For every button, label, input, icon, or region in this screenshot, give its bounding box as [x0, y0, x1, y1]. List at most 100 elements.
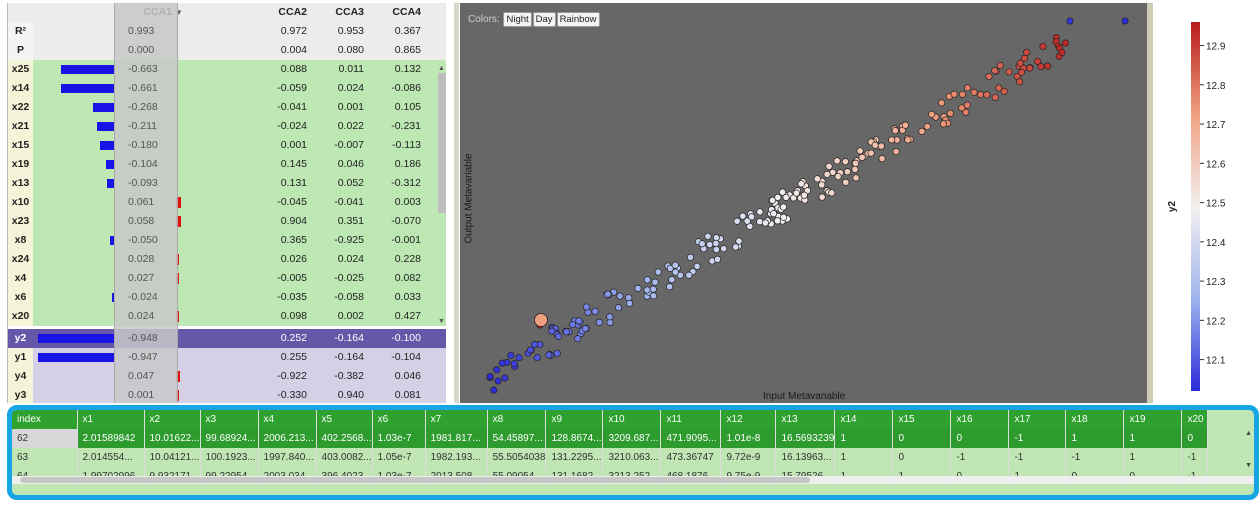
scatter-point[interactable] — [792, 189, 800, 197]
scatter-plot[interactable]: Colors: Night Day Rainbow Input Metavariab… — [460, 3, 1147, 403]
scatter-point[interactable] — [510, 360, 518, 368]
scatter-point[interactable] — [770, 210, 778, 218]
scatter-point[interactable] — [490, 386, 498, 394]
scatter-point[interactable] — [797, 180, 805, 188]
data-column-header-x16[interactable]: x16 — [950, 410, 1010, 429]
data-column-header-x3[interactable]: x3 — [200, 410, 259, 429]
scatter-point[interactable] — [818, 181, 826, 189]
scatter-point[interactable] — [938, 99, 946, 107]
scatter-point[interactable] — [976, 91, 985, 99]
table-hscrollbar-thumb[interactable] — [20, 477, 810, 483]
scatter-point[interactable] — [985, 72, 993, 81]
scatter-point[interactable] — [693, 262, 701, 270]
scatter-point[interactable] — [581, 325, 589, 333]
scatter-point[interactable] — [654, 268, 662, 276]
scatter-point[interactable] — [732, 243, 740, 251]
table-vscroll-up-icon[interactable]: ▲ — [1245, 430, 1252, 437]
scatter-point[interactable] — [625, 299, 634, 307]
scatter-point[interactable] — [851, 165, 859, 173]
scatter-point[interactable] — [614, 304, 623, 312]
scatter-point[interactable] — [1033, 57, 1042, 65]
selected-point[interactable] — [534, 313, 548, 327]
scatter-point[interactable] — [834, 172, 842, 181]
scatter-point[interactable] — [858, 153, 866, 161]
loading-row[interactable]: y2 0.252 -0.164 -0.100 — [8, 329, 446, 348]
scatter-point[interactable] — [616, 292, 624, 300]
scatter-point[interactable] — [569, 320, 577, 329]
scatter-point[interactable] — [562, 328, 570, 336]
scatter-point[interactable] — [671, 268, 679, 276]
loading-row[interactable]: x13 0.131 0.052 -0.312 — [8, 174, 446, 193]
scatter-point[interactable] — [768, 196, 777, 204]
data-column-header-x13[interactable]: x13 — [775, 410, 836, 429]
scatter-point[interactable] — [634, 284, 642, 292]
scatter-point[interactable] — [888, 136, 896, 144]
scatter-point[interactable] — [712, 245, 720, 254]
scatter-point[interactable] — [668, 276, 676, 284]
scatter-point[interactable] — [498, 359, 506, 367]
scatter-point[interactable] — [649, 285, 657, 293]
scatter-point[interactable] — [704, 232, 712, 240]
scatter-point[interactable] — [533, 354, 541, 362]
data-column-header-x10[interactable]: x10 — [602, 410, 662, 429]
scatter-point[interactable] — [901, 121, 909, 129]
loading-row[interactable]: x23 0.904 0.351 -0.070 — [8, 212, 446, 231]
scatter-point[interactable] — [1039, 42, 1047, 51]
scatter-point[interactable] — [958, 104, 966, 112]
loadings-scrollbar-thumb[interactable] — [438, 73, 446, 213]
scatter-point[interactable] — [852, 174, 860, 182]
scatter-point[interactable] — [782, 193, 790, 201]
scatter-point[interactable] — [841, 158, 849, 166]
scatter-point[interactable] — [825, 162, 833, 170]
loading-row[interactable]: x22 -0.041 0.001 0.105 — [8, 98, 446, 117]
loadings-scrollbar[interactable]: ▲ ▼ — [436, 65, 448, 330]
scatter-point[interactable] — [486, 372, 494, 381]
scatter-point[interactable] — [526, 346, 535, 354]
scatter-point[interactable] — [995, 84, 1003, 92]
scatter-point[interactable] — [501, 374, 509, 382]
scatter-point[interactable] — [1023, 48, 1031, 56]
scatter-point[interactable] — [923, 122, 931, 131]
scatter-point[interactable] — [818, 193, 826, 201]
loading-row[interactable]: x25 0.088 0.011 0.132 — [8, 60, 446, 79]
scatter-point[interactable] — [650, 292, 658, 300]
data-column-header-x14[interactable]: x14 — [834, 410, 894, 429]
scatter-point[interactable] — [735, 237, 743, 245]
scatter-point[interactable] — [800, 191, 808, 199]
scatter-point[interactable] — [582, 303, 591, 311]
data-column-header-x2[interactable]: x2 — [144, 410, 201, 429]
data-column-header-x4[interactable]: x4 — [258, 410, 317, 429]
scatter-point[interactable] — [892, 148, 900, 156]
scatter-point[interactable] — [1016, 78, 1024, 86]
scatter-point[interactable] — [878, 155, 886, 163]
scatter-point[interactable] — [698, 240, 706, 248]
scatter-point[interactable] — [493, 366, 501, 374]
data-table-row[interactable]: 62 2.01589842 10.01622... 99.68924... 2006.2… — [12, 429, 1209, 448]
data-column-header-x1[interactable]: x1 — [77, 410, 145, 429]
loading-row[interactable]: x14 -0.059 0.024 -0.086 — [8, 79, 446, 98]
scatter-point[interactable] — [1066, 17, 1074, 25]
scatter-point[interactable] — [666, 283, 674, 291]
scatter-point[interactable] — [991, 93, 999, 101]
data-column-header-index[interactable]: index — [12, 410, 78, 429]
scatter-point[interactable] — [946, 109, 954, 117]
scatter-point[interactable] — [852, 159, 860, 167]
scatter-point[interactable] — [756, 208, 764, 216]
scatter-point[interactable] — [733, 217, 741, 225]
scatter-point[interactable] — [706, 241, 714, 249]
scatter-point[interactable] — [833, 157, 841, 165]
scatter-point[interactable] — [891, 127, 899, 135]
data-column-header-x7[interactable]: x7 — [425, 410, 488, 429]
loading-row[interactable]: x6 -0.035 -0.058 0.033 — [8, 288, 446, 307]
scatter-point[interactable] — [595, 318, 603, 326]
scatter-point[interactable] — [1005, 68, 1013, 76]
scatter-point[interactable] — [939, 120, 948, 128]
scatter-point[interactable] — [713, 255, 722, 263]
scatter-point[interactable] — [963, 84, 972, 92]
scatter-point[interactable] — [842, 178, 850, 186]
table-hscrollbar[interactable] — [12, 476, 1254, 484]
scatter-point[interactable] — [545, 351, 553, 359]
data-column-header-x9[interactable]: x9 — [545, 410, 604, 429]
scatter-point[interactable] — [575, 317, 583, 325]
scatter-point[interactable] — [813, 175, 821, 183]
